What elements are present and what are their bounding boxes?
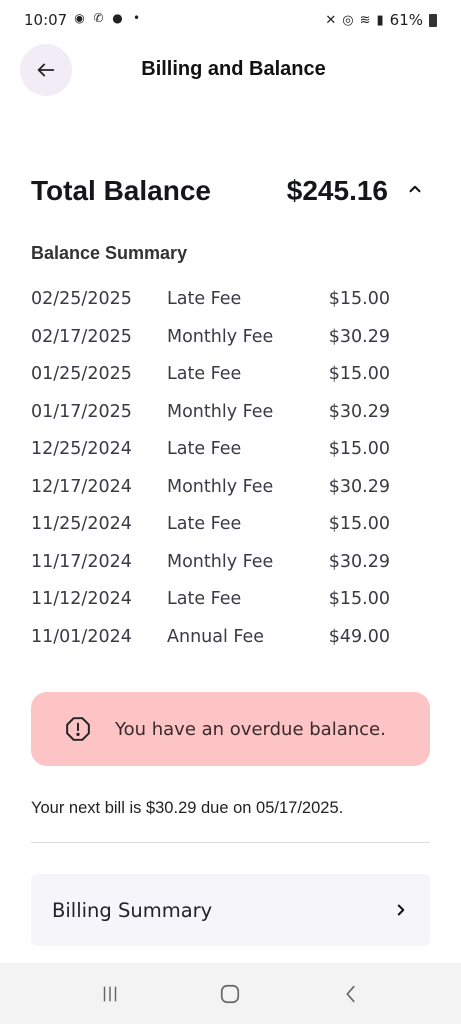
row-description: Monthly Fee xyxy=(167,476,274,497)
row-description: Annual Fee xyxy=(167,626,265,647)
mute-icon: ✕ xyxy=(325,12,337,28)
row-date: 11/25/2024 xyxy=(31,514,132,534)
row-date: 11/12/2024 xyxy=(31,589,132,609)
row-amount: $15.00 xyxy=(328,514,390,534)
wifi-icon: ≋ xyxy=(359,12,371,28)
recent-apps-icon xyxy=(103,986,117,1001)
row-date: 01/17/2025 xyxy=(31,401,132,422)
overdue-alert-text: You have an overdue balance. xyxy=(115,718,386,740)
billing-summary-label: Billing Summary xyxy=(52,898,213,922)
row-amount: $30.29 xyxy=(328,326,390,347)
balance-summary-heading: Balance Summary xyxy=(31,243,188,263)
home-button[interactable] xyxy=(210,974,250,1014)
row-date: 12/17/2024 xyxy=(31,476,132,497)
chat-icon: ● xyxy=(112,11,123,25)
list-item: 11/25/2024 Late Fee $15.00 xyxy=(31,512,390,550)
list-item: 01/17/2025 Monthly Fee $30.29 xyxy=(31,400,390,438)
row-date: 12/25/2024 xyxy=(31,439,132,459)
row-amount: $30.29 xyxy=(328,401,390,422)
list-item: 11/12/2024 Late Fee $15.00 xyxy=(31,587,390,625)
row-date: 02/25/2025 xyxy=(31,289,132,309)
billing-summary-button[interactable]: Billing Summary xyxy=(31,874,430,946)
row-date: 02/17/2025 xyxy=(31,326,132,347)
row-date: 01/25/2025 xyxy=(31,364,132,384)
system-status: ✕ ◎ ≋ ▮ 61% xyxy=(325,11,437,29)
notification-icons: ◉ ✆ ● • xyxy=(72,11,144,26)
more-notifications-icon: • xyxy=(132,11,141,25)
row-amount: $15.00 xyxy=(328,364,390,384)
signal-icon: ▮ xyxy=(376,12,384,28)
row-amount: $30.29 xyxy=(328,551,390,572)
home-icon xyxy=(221,984,240,1003)
row-amount: $30.29 xyxy=(328,476,390,497)
divider xyxy=(31,842,430,843)
battery-icon xyxy=(429,13,437,27)
next-bill-text: Your next bill is $30.29 due on 05/17/20… xyxy=(31,799,344,817)
page-title: Billing and Balance xyxy=(141,58,326,80)
row-description: Late Fee xyxy=(167,439,242,459)
list-item: 11/17/2024 Monthly Fee $30.29 xyxy=(31,550,390,588)
balance-summary-list: 02/25/2025 Late Fee $15.00 02/17/2025 Mo… xyxy=(31,287,390,662)
total-balance-label: Total Balance xyxy=(31,175,211,206)
row-amount: $49.00 xyxy=(328,626,390,647)
battery-percent: 61% xyxy=(389,11,423,29)
overdue-alert: You have an overdue balance. xyxy=(31,692,430,766)
chevron-right-icon xyxy=(397,904,405,916)
row-description: Late Fee xyxy=(167,364,242,384)
row-amount: $15.00 xyxy=(328,439,390,459)
list-item: 02/17/2025 Monthly Fee $30.29 xyxy=(31,325,390,363)
status-time: 10:07 xyxy=(24,11,68,29)
row-amount: $15.00 xyxy=(328,589,390,609)
row-description: Late Fee xyxy=(167,514,242,534)
row-description: Monthly Fee xyxy=(167,401,274,422)
row-amount: $15.00 xyxy=(328,289,390,309)
list-item: 12/17/2024 Monthly Fee $30.29 xyxy=(31,475,390,513)
row-description: Monthly Fee xyxy=(167,326,274,347)
system-navigation-bar xyxy=(0,963,461,1024)
chevron-up-icon[interactable] xyxy=(406,180,424,198)
list-item: 01/25/2025 Late Fee $15.00 xyxy=(31,362,390,400)
list-item: 12/25/2024 Late Fee $15.00 xyxy=(31,437,390,475)
row-date: 11/01/2024 xyxy=(31,626,132,647)
total-balance-amount: $245.16 xyxy=(286,175,388,206)
list-item: 02/25/2025 Late Fee $15.00 xyxy=(31,287,390,325)
back-chevron-icon xyxy=(346,985,355,1002)
missed-call-icon: ✆ xyxy=(93,11,104,25)
row-date: 11/17/2024 xyxy=(31,551,132,572)
messenger-icon: ◉ xyxy=(74,11,85,25)
row-description: Monthly Fee xyxy=(167,551,274,572)
system-back-button[interactable] xyxy=(331,974,371,1014)
status-bar: 10:07 ◉ ✆ ● • ✕ ◎ ≋ ▮ 61% xyxy=(0,0,461,40)
hotspot-icon: ◎ xyxy=(342,12,354,28)
row-description: Late Fee xyxy=(167,589,242,609)
list-item: 11/01/2024 Annual Fee $49.00 xyxy=(31,625,390,663)
octagon-exclamation-icon xyxy=(66,717,90,741)
recent-apps-button[interactable] xyxy=(90,974,130,1014)
row-description: Late Fee xyxy=(167,289,242,309)
